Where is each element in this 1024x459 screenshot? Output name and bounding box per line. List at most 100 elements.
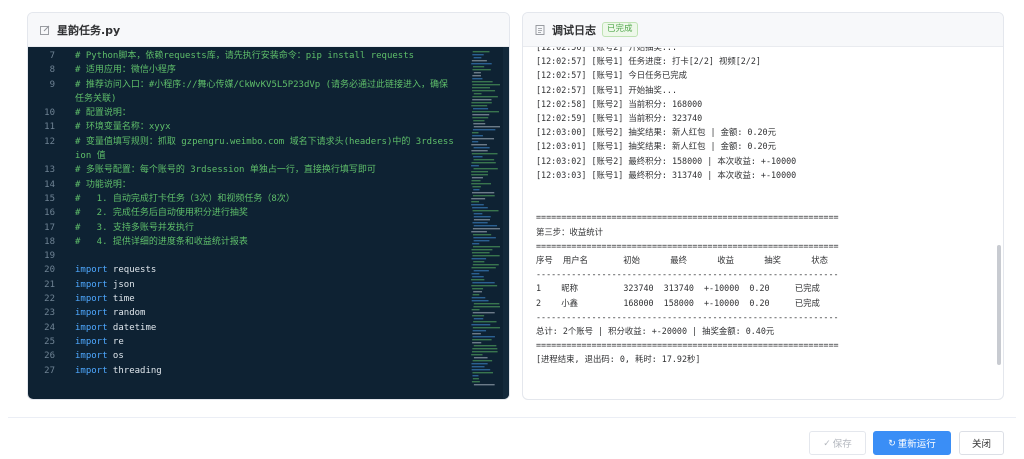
- document-icon: [535, 24, 545, 35]
- line-text: import re: [55, 335, 124, 349]
- line-number: 15: [44, 193, 55, 204]
- line-text: import os: [55, 349, 124, 363]
- keyword: import: [75, 351, 108, 362]
- line-number: 16: [44, 208, 55, 219]
- line-number: 8: [49, 65, 55, 76]
- log-line: ========================================…: [536, 240, 839, 251]
- code-line[interactable]: 19: [28, 249, 456, 263]
- line-text: # 3. 支持多账号并发执行: [75, 222, 194, 233]
- code-content[interactable]: 7 # Python脚本，依赖requests库，请先执行安装命令：pip ins…: [28, 49, 456, 378]
- rerun-button-label: 重新运行: [897, 439, 936, 450]
- code-line[interactable]: 26 import os: [28, 349, 456, 363]
- close-button-label: 关闭: [971, 439, 991, 450]
- line-text: import threading: [55, 364, 162, 378]
- line-number: 25: [44, 336, 55, 347]
- editor-panel: 星韵任务.py 7 # Python脚本，依赖requests库，请先执行安装命令…: [27, 12, 510, 400]
- code-line[interactable]: 16 # 2. 完成任务后自动使用积分进行抽奖: [28, 206, 456, 220]
- save-button-label: 保存: [832, 439, 852, 450]
- log-line: [12:03:02] [账号2] 最终积分: 158000 | 本次收益: +-…: [536, 155, 797, 166]
- line-number: 22: [44, 294, 55, 305]
- line-text: # 4. 提供详细的进度条和收益统计报表: [75, 236, 248, 247]
- code-line[interactable]: 24 import datetime: [28, 321, 456, 335]
- rerun-button[interactable]: ↻ 重新运行: [873, 431, 951, 455]
- log-line: 2 小鑫 168000 158000 +-10000 0.20 已完成: [536, 297, 820, 308]
- code-line[interactable]: 25 import re: [28, 335, 456, 349]
- log-line: [12:02:57] [账号1] 今日任务已完成: [536, 70, 688, 81]
- code-line[interactable]: 23 import random: [28, 306, 456, 320]
- keyword: import: [75, 336, 108, 347]
- log-line: ========================================…: [536, 212, 839, 223]
- keyword: import: [75, 365, 108, 376]
- code-line[interactable]: 11 # 环境变量名称：xyyx: [28, 120, 456, 134]
- code-line[interactable]: 21 import json: [28, 278, 456, 292]
- log-line: [进程结束, 退出码: 0, 耗时: 17.92秒]: [536, 354, 701, 365]
- line-number: 26: [44, 351, 55, 362]
- keyword: import: [75, 322, 108, 333]
- keyword: import: [75, 265, 108, 276]
- log-line: [12:02:59] [账号1] 当前积分: 323740: [536, 113, 703, 124]
- code-line[interactable]: 9 # 推荐访问入口：#小程序://舞心传媒/CkWvKV5L5P23dVp (请…: [28, 78, 456, 107]
- line-number: 14: [44, 179, 55, 190]
- line-number: 11: [44, 122, 55, 133]
- check-icon: ✓: [823, 437, 831, 448]
- module-name: threading: [107, 365, 162, 376]
- code-line[interactable]: 8 # 适用应用：微信小程序: [28, 63, 456, 77]
- module-name: requests: [107, 265, 157, 276]
- log-line: 第三步：收益统计: [536, 226, 603, 237]
- log-output[interactable]: [12:02:56] [账号2] 开始抽奖... [12:02:57] [账号1]…: [523, 47, 995, 399]
- code-line[interactable]: 27 import threading: [28, 364, 456, 378]
- line-number: 27: [44, 365, 55, 376]
- line-text: # 适用应用：微信小程序: [75, 65, 176, 76]
- refresh-icon: ↻: [888, 437, 896, 448]
- log-line: [12:03:00] [账号2] 抽奖结果: 新人红包 | 金额: 0.20元: [536, 127, 776, 138]
- line-text: import random: [55, 306, 145, 320]
- log-line: 总计: 2个账号 | 积分收益: +-20000 | 抽奖金额: 0.40元: [536, 326, 775, 337]
- save-button[interactable]: ✓ 保存: [809, 431, 866, 455]
- log-line: ========================================…: [536, 340, 839, 351]
- line-text: [55, 249, 80, 263]
- line-text: # Python脚本，依赖requests库，请先执行安装命令：pip inst…: [75, 51, 415, 61]
- log-line: 序号 用户名 初始 最终 收益 抽奖 状态: [536, 255, 829, 266]
- close-button[interactable]: 关闭: [959, 431, 1004, 455]
- log-line: 1 昵称 323740 313740 +-10000 0.20 已完成: [536, 283, 820, 294]
- code-line[interactable]: 12 # 变量值填写规则：抓取 gzpengru.weimbo.com 域名下请求…: [28, 135, 456, 164]
- module-name: time: [107, 294, 135, 305]
- code-line[interactable]: 18 # 4. 提供详细的进度条和收益统计报表: [28, 235, 456, 249]
- line-text: # 2. 完成任务后自动使用积分进行抽奖: [75, 208, 248, 219]
- log-line: [12:02:56] [账号2] 开始抽奖...: [536, 47, 678, 52]
- footer-divider: [8, 417, 1016, 418]
- line-number: 19: [44, 251, 55, 262]
- status-badge: 已完成: [602, 22, 638, 37]
- line-text: # 功能说明：: [75, 179, 131, 190]
- line-text: # 变量值填写规则：抓取 gzpengru.weimbo.com 域名下请求头(…: [75, 136, 454, 162]
- log-panel: 调试日志 已完成 [12:02:56] [账号2] 开始抽奖... [12:02:…: [522, 12, 1004, 400]
- module-name: re: [107, 336, 124, 347]
- line-number: 9: [49, 79, 55, 90]
- keyword: import: [75, 279, 108, 290]
- code-line[interactable]: 20 import requests: [28, 263, 456, 277]
- code-minimap[interactable]: [470, 51, 500, 387]
- code-line[interactable]: 14 # 功能说明：: [28, 178, 456, 192]
- line-number: 10: [44, 108, 55, 119]
- code-line[interactable]: 7 # Python脚本，依赖requests库，请先执行安装命令：pip ins…: [28, 49, 456, 63]
- log-line: [12:02:57] [账号1] 开始抽奖...: [536, 84, 678, 95]
- line-text: # 1. 自动完成打卡任务（3次）和视频任务（8次）: [75, 193, 295, 204]
- keyword: import: [75, 308, 108, 319]
- module-name: os: [107, 351, 124, 362]
- log-line: [12:03:01] [账号1] 抽奖结果: 新人红包 | 金额: 0.20元: [536, 141, 776, 152]
- code-line[interactable]: 15 # 1. 自动完成打卡任务（3次）和视频任务（8次）: [28, 192, 456, 206]
- code-line[interactable]: 17 # 3. 支持多账号并发执行: [28, 221, 456, 235]
- log-line: [12:03:03] [账号1] 最终积分: 313740 | 本次收益: +-…: [536, 169, 797, 180]
- log-scrollbar[interactable]: [997, 245, 1001, 365]
- editor-scrollbar[interactable]: [503, 47, 509, 399]
- line-text: # 推荐访问入口：#小程序://舞心传媒/CkWvKV5L5P23dVp (请务…: [75, 79, 449, 104]
- code-line[interactable]: 13 # 多账号配置：每个账号的 3rdsession 单独占一行，直接换行填写即…: [28, 163, 456, 177]
- code-line[interactable]: 22 import time: [28, 292, 456, 306]
- module-name: random: [107, 308, 146, 319]
- line-number: 24: [44, 322, 55, 333]
- log-line: [12:02:58] [账号2] 当前积分: 168000: [536, 98, 703, 109]
- code-editor[interactable]: 7 # Python脚本，依赖requests库，请先执行安装命令：pip ins…: [28, 47, 509, 399]
- code-line[interactable]: 10 # 配置说明：: [28, 106, 456, 120]
- line-number: 23: [44, 308, 55, 319]
